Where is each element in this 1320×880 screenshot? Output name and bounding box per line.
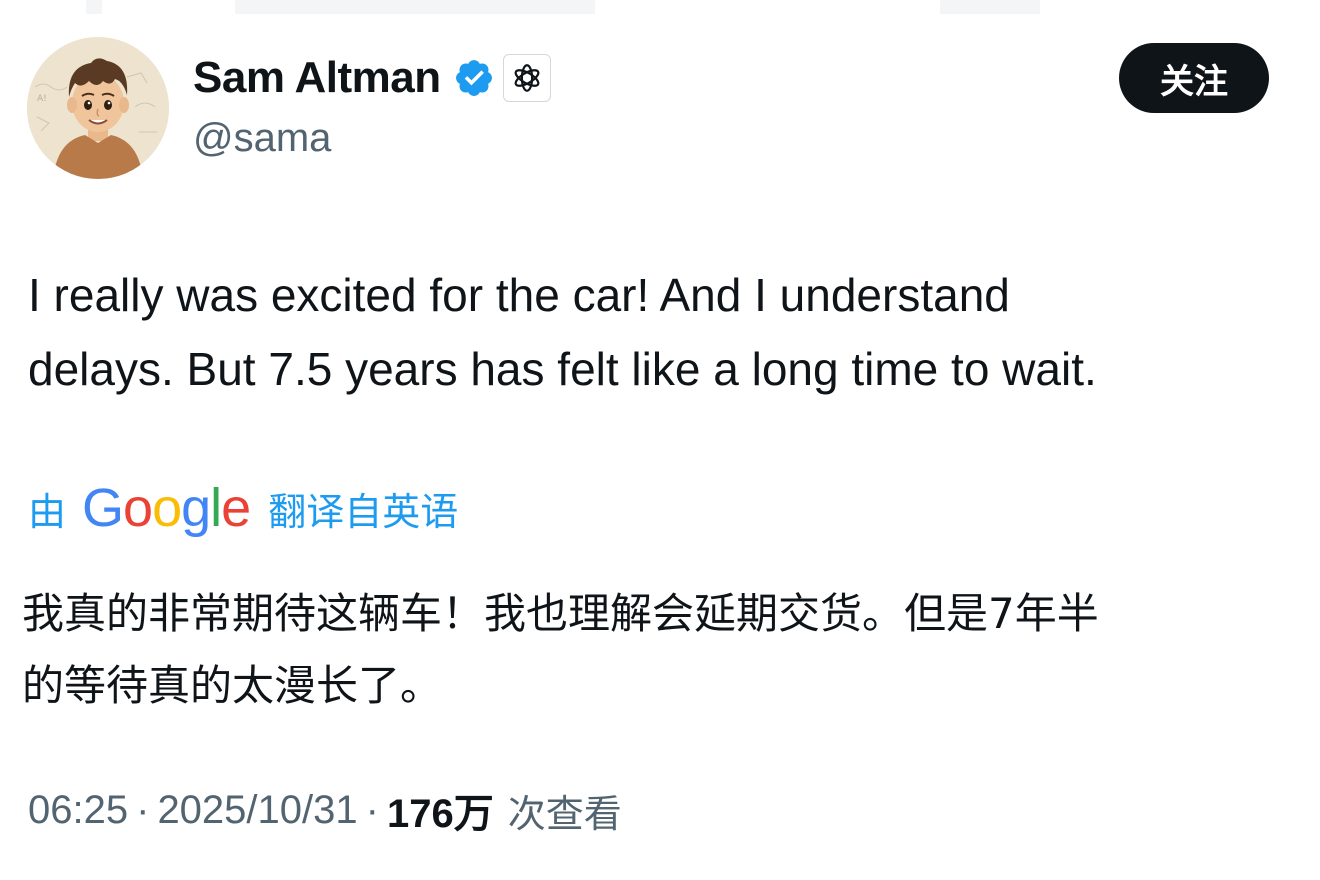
tweet-text-line: delays. But 7.5 years has felt like a lo…: [28, 343, 1097, 395]
translated-text-line: 我真的非常期待这辆车！我也理解会延期交货。但是7年半: [22, 589, 1099, 638]
tweet-text: I really was excited for the car! And I …: [28, 258, 1298, 406]
top-edge-segment: [86, 0, 102, 14]
svg-text:A!: A!: [37, 94, 47, 104]
top-edge-strip: [0, 0, 1320, 14]
views-label: 次查看: [507, 791, 622, 836]
translation-source-label: 翻译自英语: [268, 489, 459, 534]
follow-button[interactable]: 关注: [1119, 43, 1269, 113]
tweet-date[interactable]: 2025/10/31: [157, 788, 357, 833]
avatar[interactable]: A!: [27, 37, 169, 179]
translation-attribution[interactable]: 由 Google 翻译自英语: [28, 478, 458, 538]
tweet-time[interactable]: 06:25: [28, 788, 128, 833]
tweet-meta: 06:25 · 2025/10/31 · 176万 次查看: [28, 780, 622, 840]
openai-logo-icon[interactable]: [502, 54, 551, 102]
tweet-text-line: I really was excited for the car! And I …: [28, 269, 1010, 321]
meta-separator: ·: [136, 787, 150, 832]
translation-prefix: 由: [28, 489, 67, 534]
author-name-row: Sam Altman: [193, 50, 551, 106]
views-count[interactable]: 176万: [387, 781, 494, 839]
google-logo: Google: [82, 478, 251, 538]
top-edge-segment: [940, 0, 1040, 14]
author-handle[interactable]: @sama: [193, 116, 331, 161]
author-display-name[interactable]: Sam Altman: [193, 53, 441, 103]
verified-badge-icon[interactable]: [453, 57, 495, 99]
avatar-illustration: A!: [27, 37, 169, 179]
translated-text-line: 的等待真的太漫长了。: [22, 661, 443, 710]
top-edge-segment: [235, 0, 595, 14]
meta-separator: ·: [365, 787, 379, 832]
translated-text: 我真的非常期待这辆车！我也理解会延期交货。但是7年半 的等待真的太漫长了。: [22, 578, 1302, 722]
